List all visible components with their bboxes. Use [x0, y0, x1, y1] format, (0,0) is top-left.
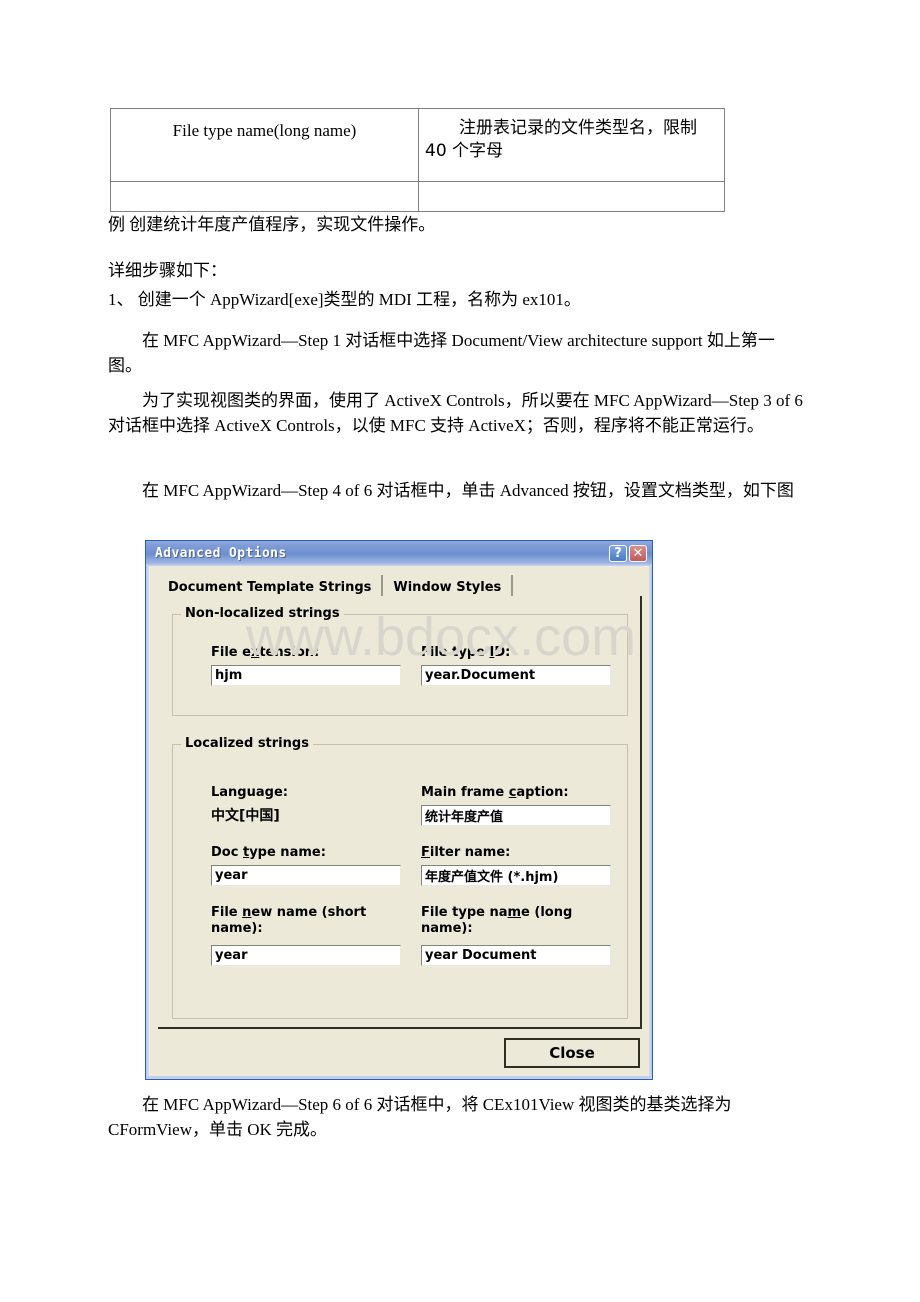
- table-row: [110, 181, 725, 212]
- label-file-type-name-long: File type name (long name):: [421, 905, 573, 936]
- label-file-new-name: File new name (short name):: [211, 905, 367, 936]
- table-cell-left: File type name(long name): [110, 108, 419, 182]
- empty-cell-left: [111, 182, 418, 211]
- dialog-titlebar[interactable]: Advanced Options ? ✕: [146, 541, 652, 566]
- group-title-non-localized: Non-localized strings: [181, 606, 344, 621]
- table-cell-left-empty: [110, 181, 419, 212]
- dialog-frame-left: [146, 565, 149, 1079]
- dialog-frame-bottom: [146, 1076, 652, 1079]
- input-main-frame-caption[interactable]: 统计年度产值: [421, 805, 611, 826]
- paragraph-step6-detail: 在 MFC AppWizard—Step 6 of 6 对话框中，将 CEx10…: [108, 1095, 732, 1139]
- close-icon[interactable]: ✕: [629, 545, 647, 562]
- table-cell-right-empty: [418, 181, 725, 212]
- label-main-frame-caption: Main frame caption:: [421, 785, 569, 800]
- paragraph-activex-detail: 为了实现视图类的界面，使用了 ActiveX Controls，所以要在 MFC…: [108, 391, 803, 435]
- empty-cell-right: [419, 182, 724, 211]
- paragraph-steps-header: 详细步骤如下：: [108, 261, 227, 280]
- close-button[interactable]: Close: [504, 1038, 640, 1068]
- table-cell-right: 注册表记录的文件类型名，限制 40 个字母: [418, 108, 725, 182]
- group-localized-strings: Localized strings Language: 中文[中国] Main …: [172, 736, 628, 1019]
- input-filter-name[interactable]: 年度产值文件 (*.hjm): [421, 865, 611, 886]
- dialog-title: Advanced Options: [155, 546, 287, 561]
- paragraph-step-1: 1、 创建一个 AppWizard[exe]类型的 MDI 工程，名称为 ex1…: [108, 290, 581, 309]
- input-file-extension[interactable]: hjm: [211, 665, 401, 686]
- paragraph-advanced-detail: 在 MFC AppWizard—Step 4 of 6 对话框中，单击 Adva…: [142, 481, 794, 500]
- paragraph-step1-detail: 在 MFC AppWizard—Step 1 对话框中选择 Document/V…: [108, 331, 775, 375]
- dialog-frame-right: [649, 565, 652, 1079]
- value-language: 中文[中国]: [211, 808, 280, 824]
- table-cell-right-text: 注册表记录的文件类型名，限制 40 个字母: [425, 118, 697, 161]
- paragraph-example: 例 创建统计年度产值程序，实现文件操作。: [108, 215, 436, 234]
- help-icon[interactable]: ?: [609, 545, 627, 562]
- advanced-options-dialog: Advanced Options ? ✕ Document Template S…: [145, 540, 653, 1080]
- label-file-type-id: File type ID:: [421, 645, 511, 660]
- label-file-extension: File extension:: [211, 645, 320, 660]
- dialog-client-area: Document Template Strings Window Styles …: [150, 568, 648, 1075]
- titlebar-button-group: ? ✕: [609, 545, 647, 562]
- input-doc-type-name[interactable]: year: [211, 865, 401, 886]
- file-type-table: File type name(long name) 注册表记录的文件类型名，限制…: [110, 108, 725, 212]
- label-doc-type-name: Doc type name:: [211, 845, 326, 860]
- table-cell-left-text: File type name(long name): [172, 121, 357, 140]
- label-language: Language:: [211, 785, 288, 800]
- document-page: File type name(long name) 注册表记录的文件类型名，限制…: [0, 0, 920, 1302]
- group-non-localized-strings: Non-localized strings File extension: hj…: [172, 606, 628, 716]
- input-file-new-name[interactable]: year: [211, 945, 401, 966]
- table-row: File type name(long name) 注册表记录的文件类型名，限制…: [110, 108, 725, 182]
- input-file-type-name-long[interactable]: year Document: [421, 945, 611, 966]
- tab-page-document-template-strings: Non-localized strings File extension: hj…: [158, 596, 642, 1029]
- label-filter-name: Filter name:: [421, 845, 511, 860]
- group-title-localized: Localized strings: [181, 736, 313, 751]
- input-file-type-id[interactable]: year.Document: [421, 665, 611, 686]
